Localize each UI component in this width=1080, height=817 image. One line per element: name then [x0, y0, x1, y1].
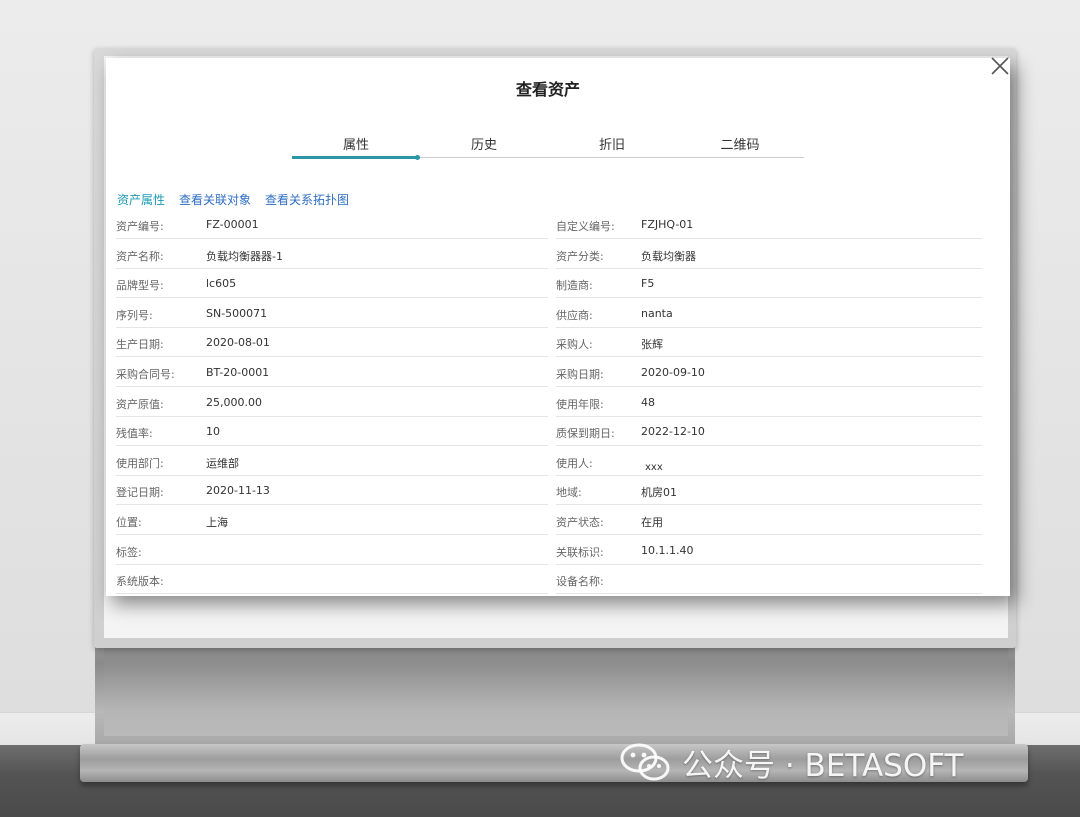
field-label: 使用人: [556, 456, 593, 470]
tab-qrcode[interactable]: 二维码 [676, 134, 804, 158]
close-icon [991, 57, 1009, 75]
field-label: 系统版本: [116, 575, 164, 589]
field-label: 标签: [116, 545, 142, 559]
link-related-objects[interactable]: 查看关联对象 [179, 191, 251, 208]
field-row: 生产日期: 2020-08-01 [116, 327, 548, 358]
field-label: 采购日期: [556, 368, 604, 381]
field-value: xxx [645, 461, 663, 473]
field-label: 设备名称: [556, 575, 604, 589]
field-value: FZ-00001 [206, 218, 259, 231]
field-label: 资产原值: [116, 397, 164, 411]
link-relationship-topology[interactable]: 查看关系拓扑图 [265, 191, 349, 208]
field-row: 品牌型号: lc605 [116, 268, 548, 299]
field-row: 位置: 上海 [116, 505, 548, 535]
field-label: 地域: [556, 486, 582, 500]
field-label: 关联标识: [556, 545, 604, 559]
field-label: 位置: [116, 516, 142, 529]
tab-depreciation[interactable]: 折旧 [548, 134, 676, 158]
field-label: 残值率: [116, 427, 153, 441]
field-row: 资产名称: 负载均衡器器-1 [116, 239, 548, 269]
field-row: 质保到期日: 2022-12-10 [556, 416, 982, 447]
field-label: 使用部门: [116, 456, 164, 470]
field-row: 采购合同号: BT-20-0001 [116, 357, 548, 387]
field-row: 关联标识: 10.1.1.40 [556, 535, 982, 565]
field-row: 资产编号: FZ-00001 [116, 209, 548, 239]
field-value: lc605 [206, 277, 237, 291]
field-value: 张辉 [641, 338, 663, 352]
field-row: 登记日期: 2020-11-13 [116, 475, 548, 506]
link-asset-properties[interactable]: 资产属性 [117, 191, 165, 208]
field-label: 序列号: [116, 308, 153, 322]
field-row: 自定义编号: FZJHQ-01 [556, 209, 982, 239]
field-label: 资产分类: [556, 249, 604, 263]
field-row: 标签: [116, 535, 548, 565]
field-value: 负载均衡器 [641, 249, 696, 263]
field-label: 采购合同号: [116, 368, 175, 381]
field-label: 登记日期: [116, 486, 164, 500]
field-row: 资产分类: 负载均衡器 [556, 239, 982, 269]
field-row: 地域: 机房01 [556, 475, 982, 506]
wechat-icon [620, 743, 670, 781]
tab-active-indicator [292, 156, 418, 159]
field-value: 2020-08-01 [206, 336, 270, 350]
tab-bar: 属性 历史 折旧 二维码 [292, 134, 804, 158]
close-button[interactable] [988, 54, 1012, 78]
field-value: 25,000.00 [206, 395, 262, 409]
field-row: 供应商: nanta [556, 298, 982, 328]
field-row: 系统版本: [116, 564, 548, 595]
field-row: 设备名称: [556, 564, 982, 595]
monitor-stand-shade [104, 636, 1008, 736]
field-row: 资产状态: 在用 [556, 505, 982, 535]
field-value: F5 [641, 277, 655, 291]
field-row: 使用年限: 48 [556, 387, 982, 417]
field-label: 质保到期日: [556, 427, 615, 441]
field-row: 使用人: xxx [556, 446, 982, 476]
field-value: 48 [641, 395, 655, 409]
tab-active-indicator-dot [415, 155, 420, 160]
field-label: 资产状态: [556, 516, 604, 529]
field-row: 资产原值: 25,000.00 [116, 387, 548, 417]
field-label: 制造商: [556, 279, 593, 293]
field-value: 在用 [641, 516, 663, 529]
field-value: SN-500071 [206, 306, 268, 320]
field-label: 资产编号: [116, 220, 164, 233]
field-value: BT-20-0001 [206, 366, 270, 379]
field-row: 序列号: SN-500071 [116, 298, 548, 328]
sub-navigation: 资产属性 查看关联对象 查看关系拓扑图 [117, 191, 363, 208]
watermark-text: 公众号 · BETASOFT [682, 747, 964, 784]
field-value: 负载均衡器器-1 [206, 249, 283, 263]
field-row: 采购日期: 2020-09-10 [556, 357, 982, 387]
field-value: nanta [641, 306, 673, 320]
field-value: 运维部 [206, 456, 239, 470]
field-label: 生产日期: [116, 338, 164, 352]
dialog-title: 查看资产 [515, 80, 580, 99]
field-row: 残值率: 10 [116, 416, 548, 447]
field-label: 使用年限: [556, 397, 604, 411]
field-label: 自定义编号: [556, 220, 615, 233]
field-label: 品牌型号: [116, 279, 164, 293]
watermark: 公众号 · BETASOFT [618, 740, 963, 784]
field-row: 使用部门: 运维部 [116, 446, 548, 476]
field-row: 制造商: F5 [556, 268, 982, 299]
field-value: 2020-11-13 [206, 484, 270, 498]
field-value: 10 [206, 425, 220, 439]
field-value: 2020-09-10 [641, 366, 705, 379]
field-value: 机房01 [641, 486, 677, 500]
field-label: 供应商: [556, 308, 593, 322]
field-label: 采购人: [556, 338, 593, 352]
field-value: FZJHQ-01 [641, 218, 694, 231]
tab-properties[interactable]: 属性 [292, 134, 420, 158]
field-value: 2022-12-10 [641, 425, 705, 439]
tab-history[interactable]: 历史 [420, 134, 548, 158]
field-label: 资产名称: [116, 249, 164, 263]
field-value: 上海 [206, 516, 228, 529]
field-value: 10.1.1.40 [641, 543, 694, 557]
field-row: 采购人: 张辉 [556, 327, 982, 358]
